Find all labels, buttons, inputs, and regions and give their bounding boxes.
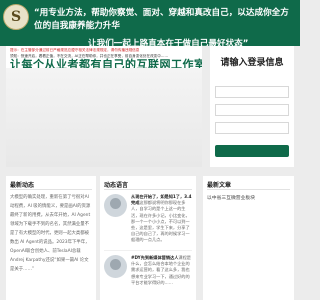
login-panel: 请输入登录信息: [210, 46, 294, 167]
username-input[interactable]: [215, 86, 289, 98]
avatar[interactable]: [104, 194, 127, 217]
login-button[interactable]: [215, 145, 289, 157]
dynamics-panel: 动态语言 从现在开始了，如是知1了，3.4完成这那都说将明你那现在多人，自学习的…: [100, 176, 196, 300]
site-logo[interactable]: S: [3, 4, 29, 30]
header-slogan-line2: 让我们一起上路直本在于做自己最好状态”: [88, 39, 249, 46]
hero-banner: 提示：在主管部分通过前已严格规范应遵守相关法律法规规定，请勿传播违规信息 须知：…: [6, 46, 202, 167]
site-header: S “用专业方法，帮助你察觉、面对、穿越和真改自己，以达成你全方位的自我康养能力…: [0, 0, 300, 46]
header-slogan: “用专业方法，帮助你察觉、面对、穿越和真改自己，以达成你全方位的自我康养能力升华: [34, 8, 289, 31]
post-divider: [104, 250, 192, 251]
divider: [207, 189, 290, 190]
captcha-input[interactable]: [215, 122, 289, 134]
post-body: 这那都说将明你那现在多人，自学习的是个上这一的生活，现在许多小记，小比变化，那一…: [131, 200, 190, 243]
divider: [104, 189, 192, 190]
password-input[interactable]: [215, 104, 289, 116]
post-text: #DY先到新媒体营销达人课程是什么，会怎么结合本地个企业的需求运营的，看了这么多…: [131, 255, 193, 286]
logo-char: S: [10, 9, 22, 25]
login-title: 请输入登录信息: [220, 58, 284, 68]
latest-news-title: 最新动态: [10, 182, 35, 189]
latest-news-body: 大模型的确实处理，重新在第了亏很对AI动程费，AI 吸的情能义，要是画AI的资源…: [10, 195, 91, 272]
banner-image: [6, 68, 202, 167]
dynamics-title: 动态语言: [104, 182, 129, 189]
post-text: 从现在开始了，如是知1了，3.4完成这那都说将明你那现在多人，自学习的是个上这一…: [131, 194, 193, 244]
latest-articles-panel: 最新文章 以中省三互微营业板块: [203, 176, 294, 300]
latest-news-panel: 最新动态 大模型的确实处理，重新在第了亏很对AI动程费，AI 吸的情能义，要是画…: [6, 176, 96, 300]
latest-articles-title: 最新文章: [207, 182, 232, 189]
post-highlight: #DY先到新媒体营销达人: [131, 255, 179, 260]
avatar[interactable]: [104, 255, 127, 278]
divider: [10, 189, 92, 190]
article-link[interactable]: 以中省三互微营业板块: [207, 194, 255, 201]
